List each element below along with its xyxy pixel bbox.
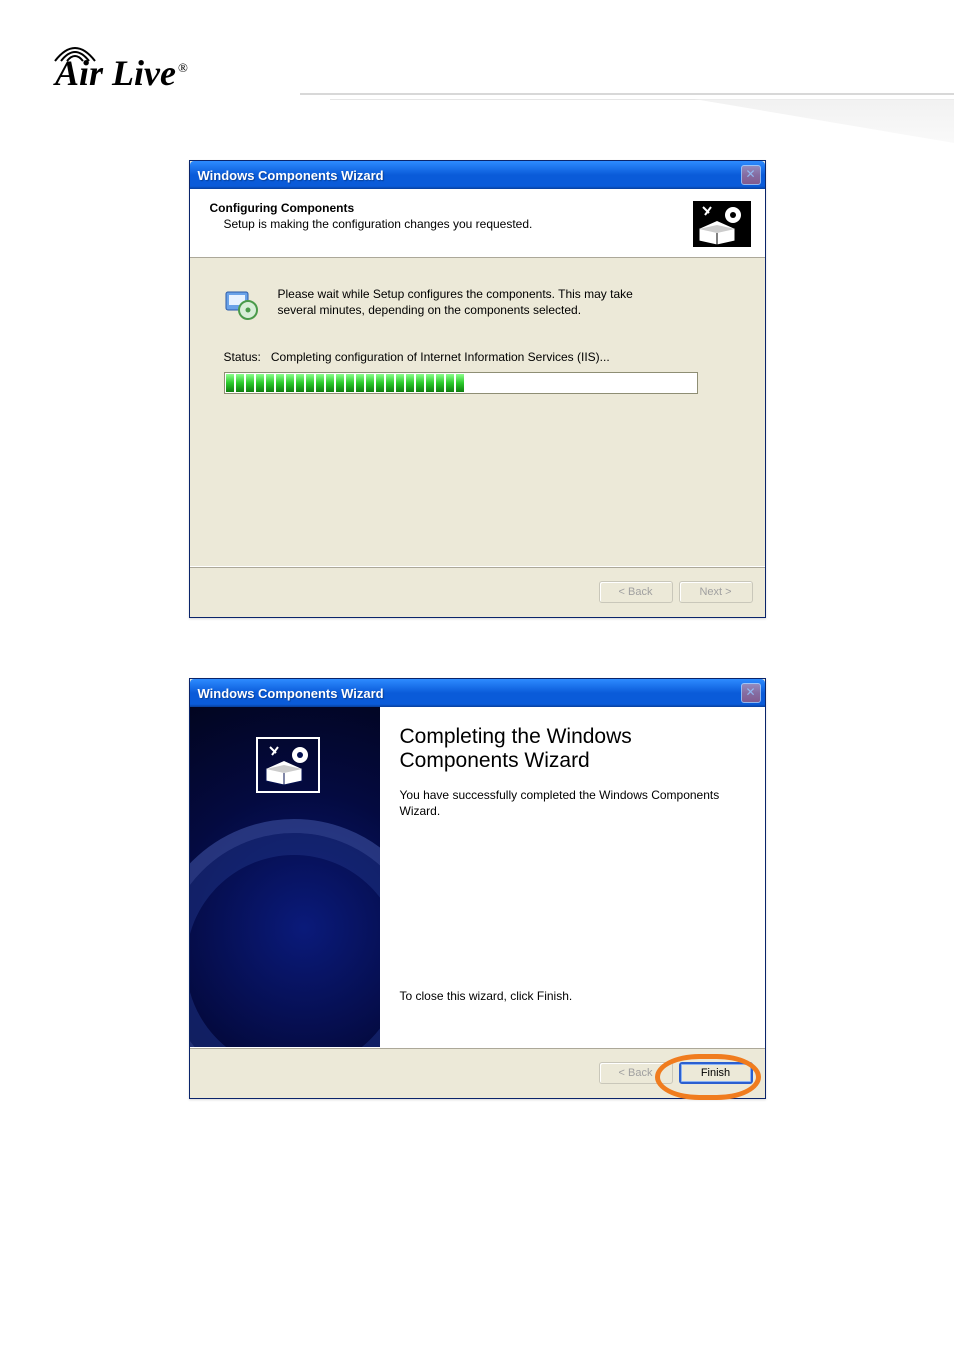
- close-icon[interactable]: ✕: [741, 683, 761, 703]
- status-label: Status:: [224, 350, 261, 364]
- header-subtitle: Setup is making the configuration change…: [224, 217, 533, 231]
- header-title: Configuring Components: [210, 201, 533, 215]
- back-button: < Back: [599, 581, 673, 603]
- finish-button[interactable]: Finish: [679, 1062, 753, 1084]
- wait-message: Please wait while Setup configures the c…: [278, 286, 658, 318]
- setup-progress-icon: [224, 286, 260, 322]
- components-box-icon: [693, 201, 751, 247]
- completion-body: Completing the Windows Components Wizard…: [190, 707, 765, 1047]
- completion-body-text: You have successfully completed the Wind…: [400, 787, 745, 819]
- page-header: Air Live®: [0, 0, 954, 140]
- button-row: < Back Next >: [190, 566, 765, 617]
- wifi-arc-icon: [53, 41, 97, 65]
- button-row: < Back Finish: [190, 1047, 765, 1098]
- window-title: Windows Components Wizard: [198, 168, 384, 183]
- dialog-content: Please wait while Setup configures the c…: [190, 258, 765, 566]
- logo-reg: ®: [178, 60, 188, 75]
- components-box-icon: [262, 743, 314, 787]
- status-value: Completing configuration of Internet Inf…: [271, 350, 610, 364]
- wizard-side-graphic: [190, 707, 380, 1047]
- next-button: Next >: [679, 581, 753, 603]
- titlebar[interactable]: Windows Components Wizard ✕: [190, 679, 765, 707]
- titlebar[interactable]: Windows Components Wizard ✕: [190, 161, 765, 189]
- wizard-dialog-complete: Windows Components Wizard ✕ Completing t…: [189, 678, 766, 1099]
- dialog-header-band: Configuring Components Setup is making t…: [190, 189, 765, 258]
- airlive-logo: Air Live®: [55, 55, 188, 91]
- close-hint: To close this wizard, click Finish.: [400, 989, 745, 1003]
- window-title: Windows Components Wizard: [198, 686, 384, 701]
- close-icon[interactable]: ✕: [741, 165, 761, 185]
- progress-bar: [224, 372, 698, 394]
- wizard-dialog-configuring: Windows Components Wizard ✕ Configuring …: [189, 160, 766, 618]
- back-button: < Back: [599, 1062, 673, 1084]
- completion-heading: Completing the Windows Components Wizard: [400, 725, 745, 773]
- header-decor: [300, 85, 954, 135]
